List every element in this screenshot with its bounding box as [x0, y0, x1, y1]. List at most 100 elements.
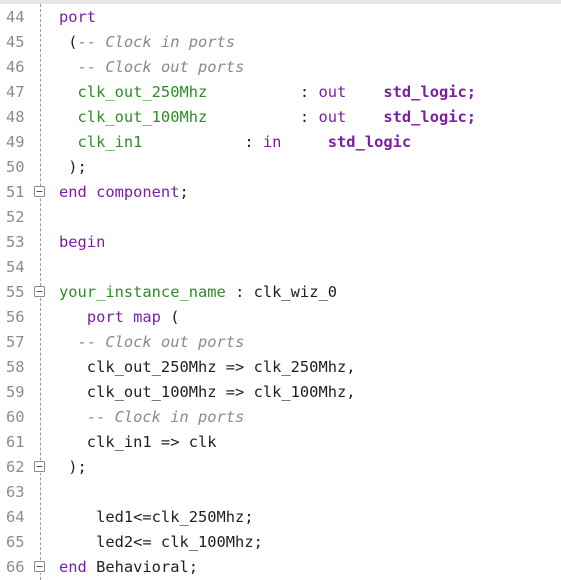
- line-number: 45: [6, 33, 25, 51]
- code-token: port map: [86, 308, 161, 326]
- code-content[interactable]: led2<= clk_100Mhz;: [59, 530, 263, 555]
- code-line[interactable]: 50 );: [0, 155, 561, 180]
- code-content[interactable]: end component;: [59, 180, 189, 205]
- code-content[interactable]: clk_out_250Mhz : out std_logic;: [59, 80, 477, 105]
- code-token: -- Clock in ports: [77, 33, 236, 51]
- line-number: 53: [6, 233, 25, 251]
- code-line[interactable]: 56 port map (: [0, 305, 561, 330]
- code-content[interactable]: your_instance_name : clk_wiz_0: [59, 280, 337, 305]
- code-line[interactable]: 60 -- Clock in ports: [0, 405, 561, 430]
- code-token: std_logic;: [383, 83, 477, 101]
- line-number: 51: [6, 183, 25, 201]
- code-line[interactable]: 48 clk_out_100Mhz : out std_logic;: [0, 105, 561, 130]
- code-content[interactable]: clk_in1 => clk: [59, 430, 217, 455]
- code-line[interactable]: 49 clk_in1 : in std_logic: [0, 130, 561, 155]
- code-token: in: [262, 133, 282, 151]
- code-line[interactable]: 66 end Behavioral;: [0, 555, 561, 580]
- code-content[interactable]: -- Clock out ports: [59, 55, 245, 80]
- code-content[interactable]: );: [59, 155, 87, 180]
- code-token: );: [59, 458, 87, 476]
- code-content[interactable]: begin: [59, 230, 105, 255]
- code-line[interactable]: 47 clk_out_250Mhz : out std_logic;: [0, 80, 561, 105]
- code-content[interactable]: end Behavioral;: [59, 555, 198, 580]
- line-number: 65: [6, 533, 25, 551]
- code-line[interactable]: 61 clk_in1 => clk: [0, 430, 561, 455]
- code-token: clk_out_100Mhz: [59, 108, 208, 126]
- code-token: :: [207, 108, 319, 126]
- code-content[interactable]: led1<=clk_250Mhz;: [59, 505, 254, 530]
- line-number: 48: [6, 108, 25, 126]
- code-line[interactable]: 58 clk_out_250Mhz => clk_250Mhz,: [0, 355, 561, 380]
- line-number: 54: [6, 258, 25, 276]
- code-line[interactable]: 59 clk_out_100Mhz => clk_100Mhz,: [0, 380, 561, 405]
- line-number: 66: [6, 558, 25, 576]
- line-number: 61: [6, 433, 25, 451]
- code-token: your_instance_name: [59, 283, 226, 301]
- code-line[interactable]: 53 begin: [0, 230, 561, 255]
- line-number: 59: [6, 383, 25, 401]
- line-number: 44: [6, 8, 25, 26]
- code-line[interactable]: 63: [0, 480, 561, 505]
- line-number: 47: [6, 83, 25, 101]
- code-line[interactable]: 44 port: [0, 5, 561, 30]
- code-token: -- Clock out ports: [77, 333, 245, 351]
- code-content[interactable]: -- Clock out ports: [59, 330, 245, 355]
- code-line[interactable]: 52: [0, 205, 561, 230]
- line-number: 63: [6, 483, 25, 501]
- code-line[interactable]: 57 -- Clock out ports: [0, 330, 561, 355]
- line-number: 60: [6, 408, 25, 426]
- code-line[interactable]: 64 led1<=clk_250Mhz;: [0, 505, 561, 530]
- code-token: (: [59, 33, 78, 51]
- fold-collapse-icon[interactable]: [34, 186, 45, 198]
- code-content[interactable]: clk_out_100Mhz => clk_100Mhz,: [59, 380, 356, 405]
- code-line[interactable]: 54: [0, 255, 561, 280]
- line-number: 55: [6, 283, 25, 301]
- code-token: (: [160, 308, 180, 326]
- code-token: :: [142, 133, 263, 151]
- code-line[interactable]: 62 );: [0, 455, 561, 480]
- code-token: end component: [59, 183, 180, 201]
- code-content[interactable]: -- Clock in ports: [59, 405, 245, 430]
- code-line[interactable]: 65 led2<= clk_100Mhz;: [0, 530, 561, 555]
- line-number: 50: [6, 158, 25, 176]
- code-token: );: [59, 158, 87, 176]
- line-number: 57: [6, 333, 25, 351]
- code-content[interactable]: port: [59, 5, 96, 30]
- code-token: ;: [179, 183, 189, 201]
- line-number: 62: [6, 458, 25, 476]
- code-token: clk_in1: [59, 133, 143, 151]
- code-content[interactable]: );: [59, 455, 87, 480]
- code-token: -- Clock out ports: [77, 58, 245, 76]
- code-token: clk_out_100Mhz => clk_100Mhz,: [59, 383, 356, 401]
- fold-collapse-icon[interactable]: [34, 286, 45, 298]
- code-editor[interactable]: 44 port 45 (-- Clock in ports 46 -- Clock o…: [0, 4, 561, 580]
- code-token: port: [59, 8, 97, 26]
- code-line[interactable]: 55 your_instance_name : clk_wiz_0: [0, 280, 561, 305]
- code-content[interactable]: clk_out_100Mhz : out std_logic;: [59, 105, 477, 130]
- line-number: 56: [6, 308, 25, 326]
- code-token: std_logic;: [383, 108, 477, 126]
- code-content[interactable]: clk_in1 : in std_logic: [59, 130, 412, 155]
- code-token: clk_in1 => clk: [59, 433, 217, 451]
- code-token: std_logic: [327, 133, 412, 151]
- code-line[interactable]: 46 -- Clock out ports: [0, 55, 561, 80]
- line-number: 52: [6, 208, 25, 226]
- code-content[interactable]: port map (: [59, 305, 180, 330]
- fold-collapse-icon[interactable]: [34, 461, 45, 473]
- code-line[interactable]: 51 end component;: [0, 180, 561, 205]
- line-number: 58: [6, 358, 25, 376]
- code-token: clk_out_250Mhz: [59, 83, 208, 101]
- code-token: begin: [59, 233, 106, 251]
- code-token: : clk_wiz_0: [225, 283, 337, 301]
- code-content[interactable]: (-- Clock in ports: [59, 30, 235, 55]
- code-line[interactable]: 45 (-- Clock in ports: [0, 30, 561, 55]
- code-token: -- Clock in ports: [86, 408, 245, 426]
- code-token: end: [59, 558, 87, 576]
- fold-collapse-icon[interactable]: [34, 561, 45, 573]
- code-content[interactable]: clk_out_250Mhz => clk_250Mhz,: [59, 355, 356, 380]
